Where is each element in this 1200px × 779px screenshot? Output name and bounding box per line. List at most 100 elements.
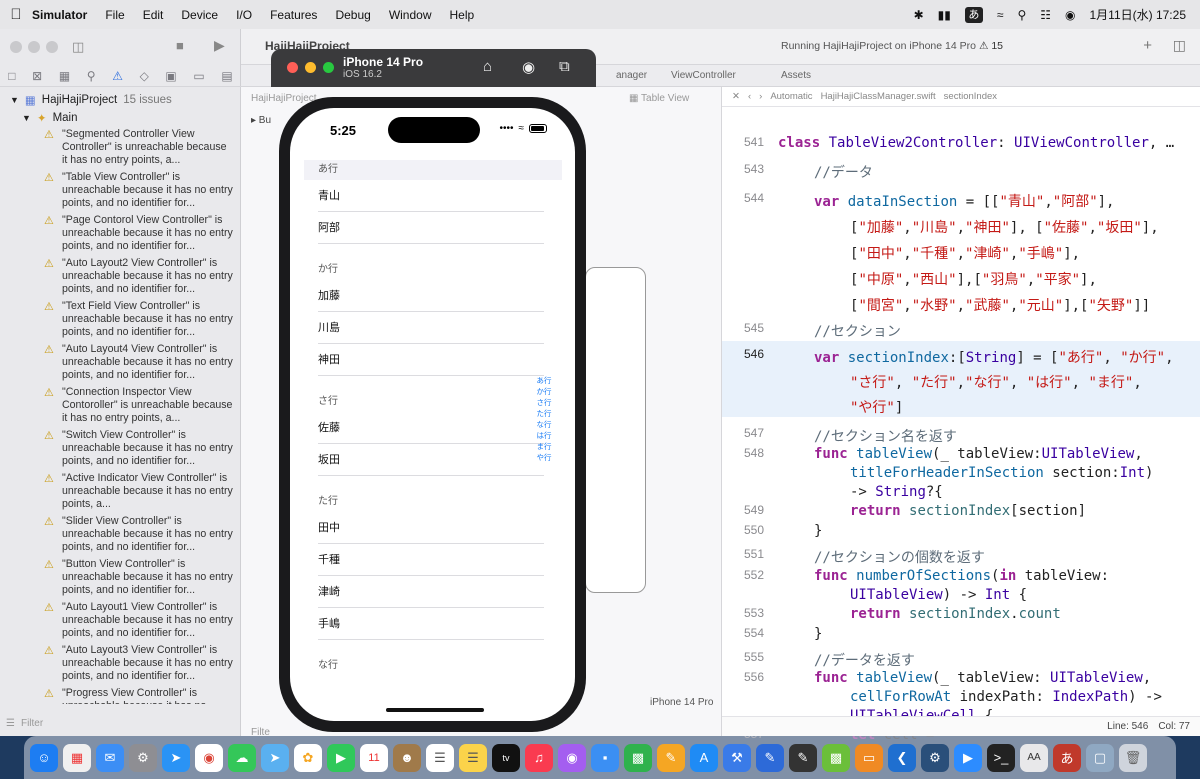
menu-device[interactable]: Device	[181, 8, 218, 22]
menu-simulator[interactable]: Simulator	[32, 8, 87, 22]
maps-icon[interactable]: ➤	[261, 743, 289, 772]
photos-icon[interactable]: ✿	[294, 743, 322, 772]
section-index-item[interactable]: な行	[535, 419, 553, 430]
report-icon[interactable]: ▤	[221, 69, 232, 83]
wifi-icon[interactable]: ≈	[997, 8, 1004, 22]
screenshot-icon[interactable]: ◉	[522, 58, 535, 76]
section-index-item[interactable]: や行	[535, 452, 553, 463]
facetime-icon[interactable]: ▶	[327, 743, 355, 772]
system-settings-icon[interactable]: ⚙	[129, 743, 157, 772]
debug-icon[interactable]: ▣	[165, 69, 176, 83]
issue-item[interactable]: ⚠ "Button View Controller" is unreachable…	[44, 558, 234, 597]
clock[interactable]: 1月11日(水) 17:25	[1090, 6, 1187, 23]
table-row[interactable]: 手嶋	[304, 608, 562, 640]
section-index-item[interactable]: た行	[535, 408, 553, 419]
close-window-button[interactable]	[287, 62, 298, 73]
issue-item[interactable]: ⚠ "Auto Layout2 View Controller" is unrea…	[44, 257, 234, 296]
battery-icon[interactable]: ▮▮	[938, 8, 951, 22]
outline-item[interactable]: ▸ Bu	[251, 115, 271, 126]
calendar-icon[interactable]: 11	[360, 743, 388, 772]
tab-assets[interactable]: Assets	[781, 70, 811, 81]
notes-icon[interactable]: ☰	[459, 743, 487, 772]
rotate-icon[interactable]: ⧉	[559, 58, 570, 75]
table-row[interactable]: 千種	[304, 544, 562, 576]
table-row[interactable]: 神田	[304, 344, 562, 376]
preview-icon[interactable]: ▢	[1086, 743, 1114, 772]
finder-icon[interactable]: ☺	[30, 743, 58, 772]
keynote-icon[interactable]: ▪	[591, 743, 619, 772]
table-row[interactable]: 青山	[304, 180, 562, 212]
symbol-icon[interactable]: ▦	[59, 69, 70, 83]
music-icon[interactable]: ♫	[525, 743, 553, 772]
section-index-item[interactable]: あ行	[535, 375, 553, 386]
spotlight-icon[interactable]: ⚲	[1017, 8, 1026, 22]
bluetooth-icon[interactable]: ✱	[914, 8, 924, 22]
issue-item[interactable]: ⚠ "Active Indicator View Controller" is u…	[44, 472, 234, 511]
iphone-screen[interactable]: 5:25 •••• ≈ あ行 青山 阿部 か行 加藤 川島 神田 さ行 佐藤 坂田 た行 田中 千種 津崎…	[290, 108, 575, 721]
zoom-window-button[interactable]	[46, 41, 58, 53]
folder-icon[interactable]: □	[8, 69, 15, 83]
jump-automatic[interactable]: Automatic	[770, 91, 812, 102]
main-group[interactable]: ▼ ✦ Main	[22, 111, 78, 125]
menu-debug[interactable]: Debug	[335, 8, 370, 22]
menu-features[interactable]: Features	[270, 8, 317, 22]
minimize-window-button[interactable]	[305, 62, 316, 73]
section-index-item[interactable]: は行	[535, 430, 553, 441]
safari-icon[interactable]: ➤	[162, 743, 190, 772]
menu-help[interactable]: Help	[450, 8, 475, 22]
trash-icon[interactable]: 🗑	[1119, 743, 1147, 772]
issue-item[interactable]: ⚠ "Text Field View Controller" is unreach…	[44, 300, 234, 339]
tv-icon[interactable]: tv	[492, 743, 520, 772]
table-row[interactable]: 坂田	[304, 444, 562, 476]
issue-item[interactable]: ⚠ "Auto Layout4 View Controller" is unrea…	[44, 343, 234, 382]
table-row[interactable]: 佐藤	[304, 412, 562, 444]
issue-item[interactable]: ⚠ "Auto Layout3 View Controller" is unrea…	[44, 644, 234, 683]
menu-edit[interactable]: Edit	[143, 8, 164, 22]
stop-icon[interactable]: ■	[176, 38, 184, 53]
simulator-icon[interactable]: ✎	[789, 743, 817, 772]
mail-icon[interactable]: ✉	[96, 743, 124, 772]
issue-item[interactable]: ⚠ "Slider View Controller" is unreachable…	[44, 515, 234, 554]
utility-icon[interactable]: ⚙	[921, 743, 949, 772]
project-node[interactable]: ▼ ▦ HajiHajiProject 15 issues	[10, 93, 172, 107]
table-row[interactable]: 加藤	[304, 280, 562, 312]
control-center-icon[interactable]: ☷	[1040, 8, 1051, 22]
code-editor[interactable]: ✕ ‹ › Automatic HajiHajiClassManager.swi…	[722, 87, 1200, 743]
home-indicator[interactable]	[386, 708, 484, 712]
minimize-window-button[interactable]	[28, 41, 40, 53]
run-icon[interactable]: ▶	[214, 37, 225, 54]
table-row[interactable]: 津崎	[304, 576, 562, 608]
books-icon[interactable]: ▭	[855, 743, 883, 772]
reminders-icon[interactable]: ☰	[426, 743, 454, 772]
add-icon[interactable]: +	[1143, 37, 1152, 54]
table-view[interactable]: あ行 青山 阿部 か行 加藤 川島 神田 さ行 佐藤 坂田 た行 田中 千種 津崎 手嶋 な行	[304, 160, 562, 700]
zoom-window-button[interactable]	[323, 62, 334, 73]
issue-item[interactable]: ⚠ "Auto Layout1 View Controller" is unrea…	[44, 601, 234, 640]
tab-viewcontroller[interactable]: ViewController	[671, 70, 736, 81]
issue-item[interactable]: ⚠ "Segmented Controller View Controller" …	[44, 128, 234, 167]
menu-io[interactable]: I/O	[236, 8, 252, 22]
source-control-icon[interactable]: ⊠	[32, 69, 42, 83]
storyboard-scene[interactable]	[585, 267, 646, 593]
kana-keyboard-icon[interactable]: あ	[1053, 743, 1081, 772]
table-view-crumb[interactable]: ▦ Table View	[629, 93, 689, 104]
terminal-icon[interactable]: >_	[987, 743, 1015, 772]
table-row[interactable]: 田中	[304, 512, 562, 544]
section-index[interactable]: あ行 か行 さ行 た行 な行 は行 ま行 や行	[535, 375, 553, 463]
device-config-label[interactable]: iPhone 14 Pro	[650, 697, 713, 708]
pages-icon[interactable]: ✎	[657, 743, 685, 772]
issue-item[interactable]: ⚠ "Switch View Controller" is unreachable…	[44, 429, 234, 468]
apple-icon[interactable]: 	[0, 6, 32, 23]
podcasts-icon[interactable]: ◉	[558, 743, 586, 772]
input-source-icon[interactable]: あ	[964, 6, 983, 23]
close-icon[interactable]: ✕	[732, 91, 740, 102]
table-row[interactable]: 阿部	[304, 212, 562, 244]
sidebar-toggle-icon[interactable]: ◫	[72, 39, 84, 55]
zoom-icon[interactable]: ▶	[954, 743, 982, 772]
issue-item[interactable]: ⚠ "Page Contorol View Controller" is unre…	[44, 214, 234, 253]
test-icon[interactable]: ◇	[140, 69, 149, 83]
numbers-alt-icon[interactable]: ▩	[822, 743, 850, 772]
messages-icon[interactable]: ☁	[228, 743, 256, 772]
close-window-button[interactable]	[10, 41, 22, 53]
launchpad-icon[interactable]: ▦	[63, 743, 91, 772]
